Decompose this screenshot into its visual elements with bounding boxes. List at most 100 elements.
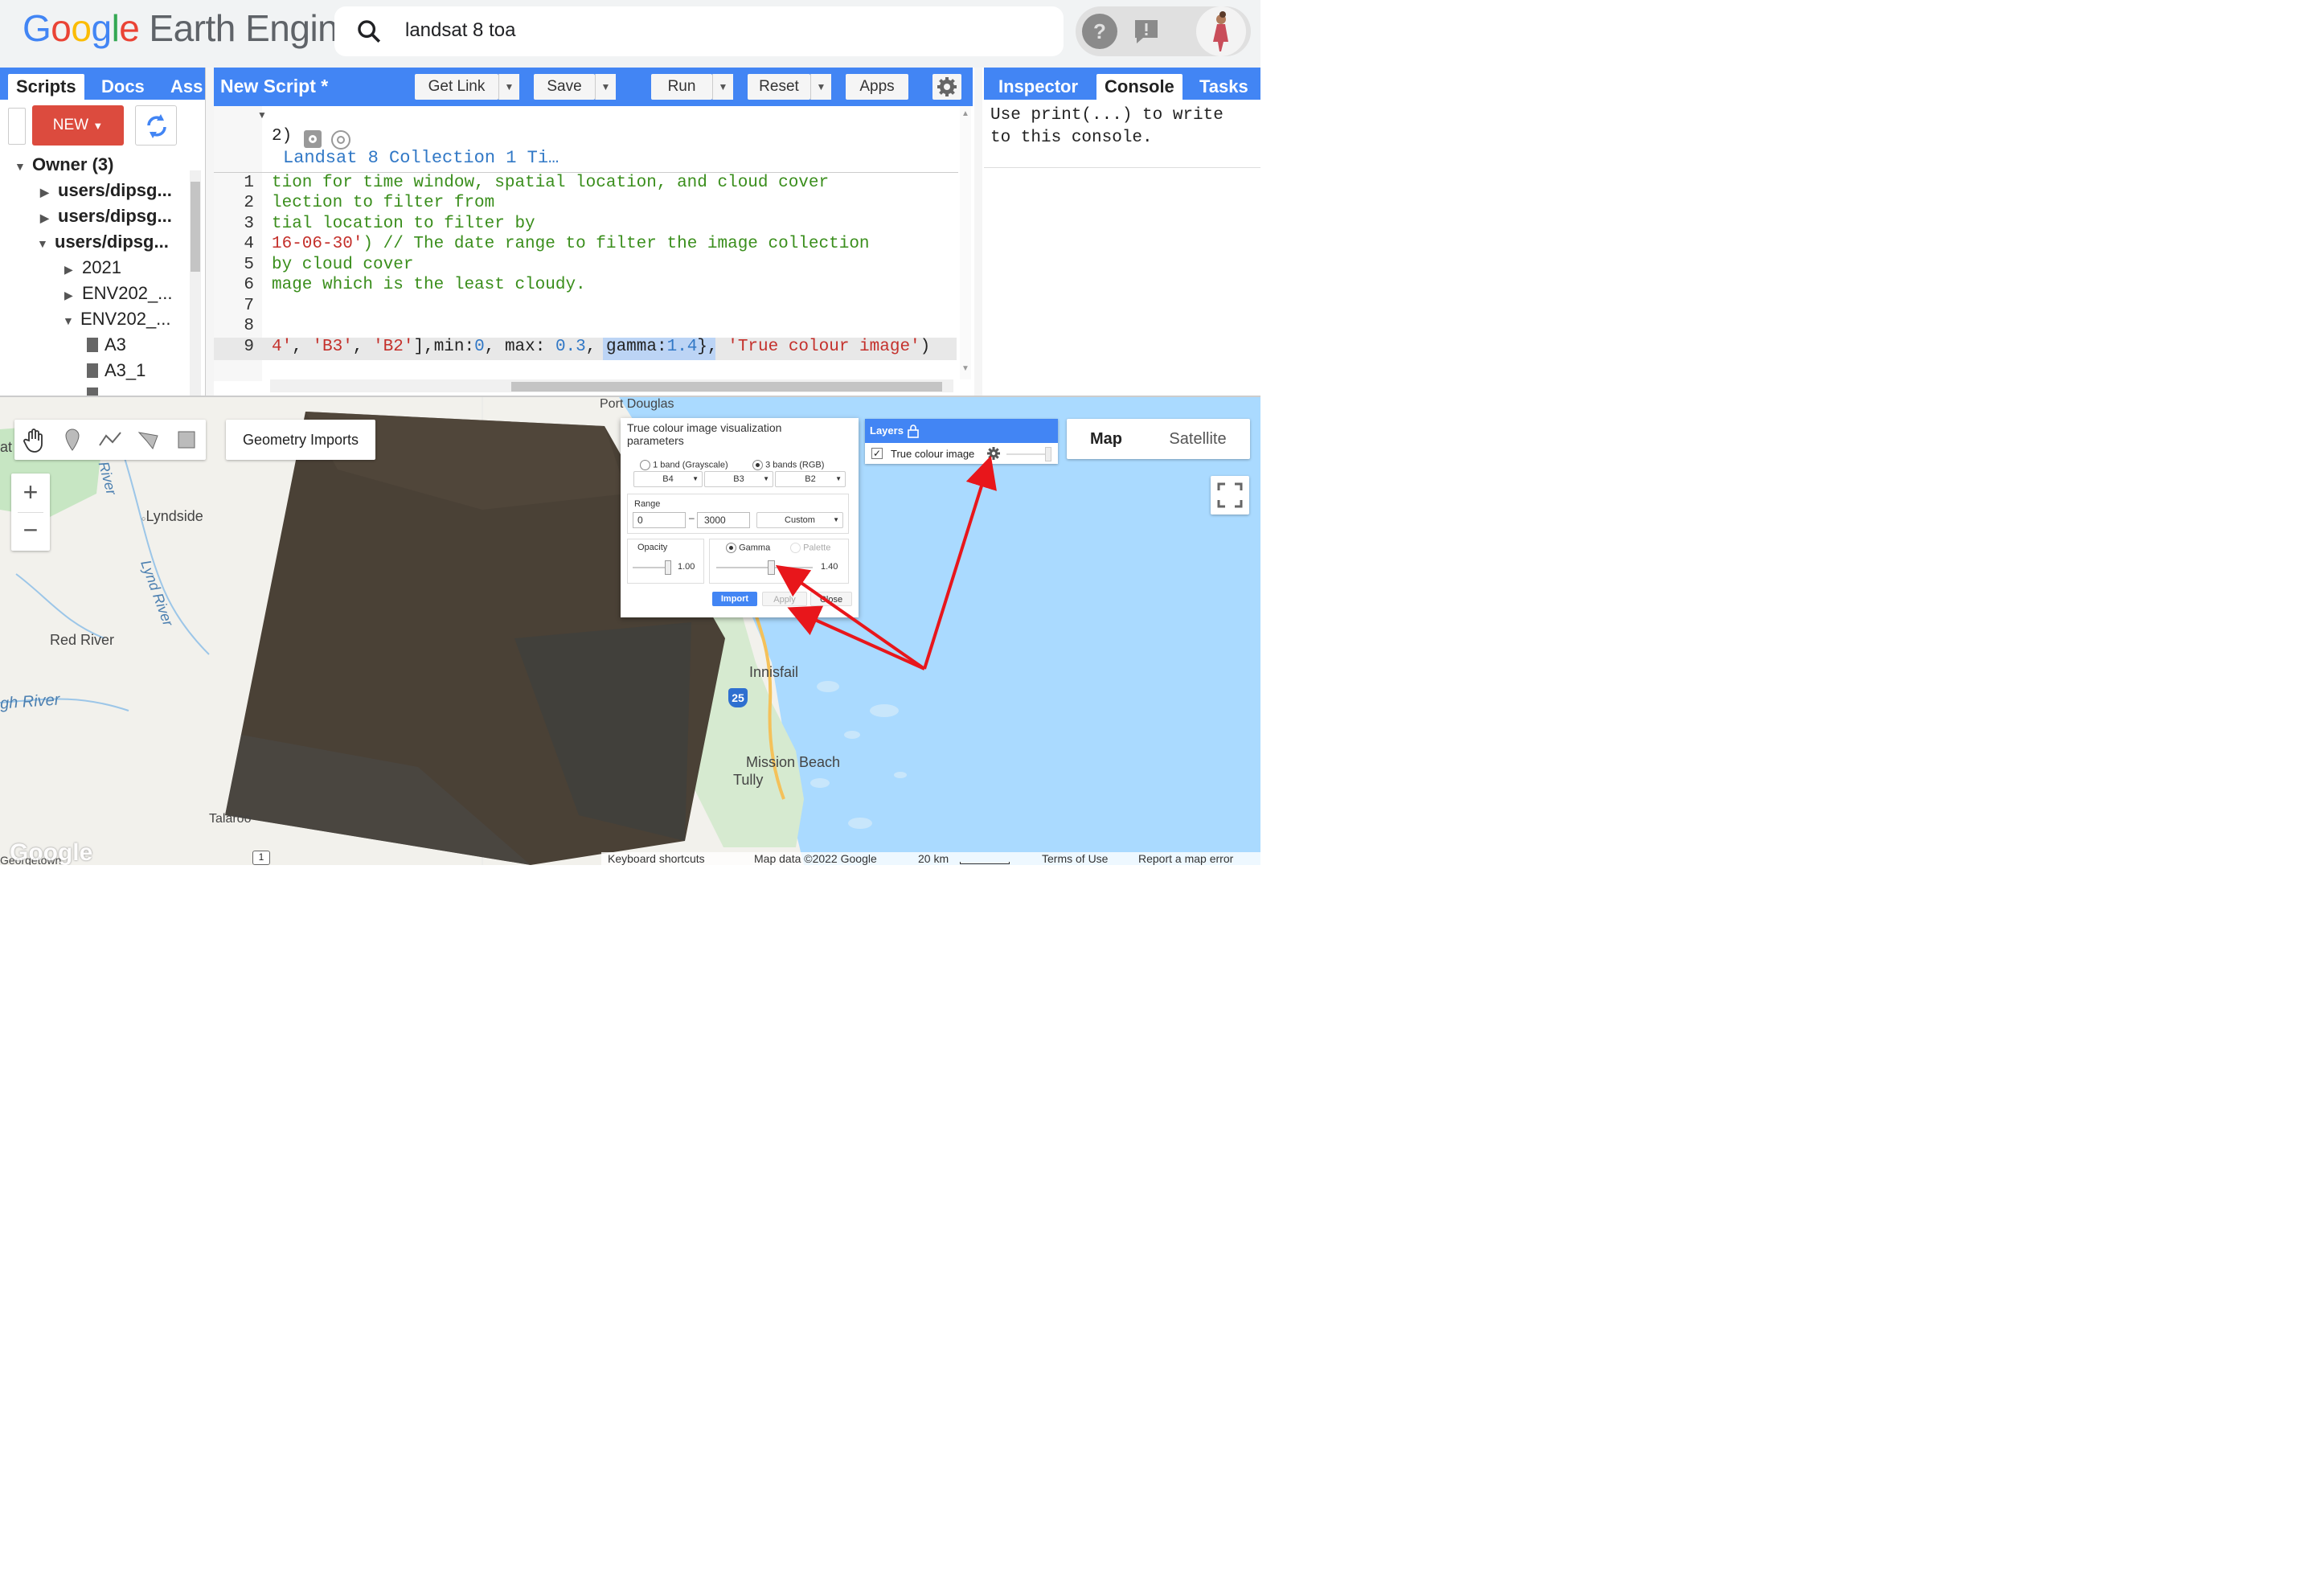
tree-node-repo-2[interactable]: ▶ users/dipsg... xyxy=(40,206,172,227)
app-header: Google Earth Engine landsat 8 toa ? xyxy=(0,0,1260,68)
get-link-button[interactable]: Get Link xyxy=(415,74,498,100)
code-punct: , xyxy=(292,338,313,356)
line-number: 5 xyxy=(244,256,254,274)
file-icon xyxy=(87,363,98,378)
line-number: 1 xyxy=(244,174,254,192)
earth-engine-logo[interactable]: Google Earth Engine xyxy=(23,6,359,50)
code-number: 0.3 xyxy=(555,338,586,356)
run-dropdown[interactable]: ▼ xyxy=(712,74,733,100)
tree-label: 2021 xyxy=(82,257,121,277)
tree-label: users/dipsg... xyxy=(58,206,172,226)
code-punct: ],min: xyxy=(413,338,475,356)
keyboard-shortcuts-link[interactable]: Keyboard shortcuts xyxy=(608,852,705,865)
line-number: 2 xyxy=(244,194,254,212)
tab-inspector[interactable]: Inspector xyxy=(990,74,1086,100)
script-title[interactable]: New Script * xyxy=(220,76,328,97)
tab-tasks[interactable]: Tasks xyxy=(1191,74,1256,100)
tree-node-2021[interactable]: ▶ 2021 xyxy=(64,257,121,278)
save-dropdown[interactable]: ▼ xyxy=(595,74,616,100)
tree-file-a3[interactable]: A3 xyxy=(87,334,126,355)
scale-label[interactable]: 20 km xyxy=(918,852,949,865)
new-button-label: NEW xyxy=(52,117,89,133)
tree-node-repo-3[interactable]: ▼ users/dipsg... xyxy=(37,232,169,252)
tab-console[interactable]: Console xyxy=(1096,74,1182,100)
tree-node-env-1[interactable]: ▶ ENV202_... xyxy=(64,283,173,304)
tab-docs[interactable]: Docs xyxy=(93,74,153,100)
tree-file-a3-1[interactable]: A3_1 xyxy=(87,360,146,381)
code-comment: ) // The date range to filter the image … xyxy=(363,235,870,253)
search-icon[interactable] xyxy=(355,18,383,45)
editor-toolbar: New Script * Get Link ▼ Save ▼ Run ▼ Res… xyxy=(214,68,973,106)
map-canvas[interactable]: Port Douglas at River ○Lyndside Lynd Riv… xyxy=(0,397,1260,865)
tree-node-env-2[interactable]: ▼ ENV202_... xyxy=(63,309,171,330)
line-number: 7 xyxy=(244,297,254,315)
line-number: 4 xyxy=(244,235,254,253)
tab-assets[interactable]: Ass xyxy=(162,74,211,100)
tree-label: users/dipsg... xyxy=(55,232,169,252)
editor-settings-button[interactable] xyxy=(932,74,961,100)
code-line-2: lection to filter from xyxy=(272,194,495,212)
right-tabbar: Inspector Console Tasks xyxy=(984,68,1260,100)
search-bar[interactable]: landsat 8 toa xyxy=(334,6,1064,56)
annotation-arrows xyxy=(775,455,997,670)
script-filter-input[interactable] xyxy=(8,108,26,145)
logo-product-name: Earth Engine xyxy=(149,7,359,49)
console-output: Use print(...) to write to this console. xyxy=(990,106,1223,147)
code-line-3: tial location to filter by xyxy=(272,215,535,233)
report-map-error-link[interactable]: Report a map error xyxy=(1138,852,1233,865)
tree-node-owner[interactable]: ▼ Owner (3) xyxy=(14,154,113,175)
code-number: 1.4 xyxy=(666,338,698,356)
header-actions: ? xyxy=(1076,6,1251,56)
code-string: 16-06-30' xyxy=(272,235,363,253)
help-icon[interactable]: ? xyxy=(1082,14,1117,49)
search-input[interactable]: landsat 8 toa xyxy=(405,19,515,42)
user-avatar[interactable] xyxy=(1196,6,1246,56)
editor-hscrollbar-thumb[interactable] xyxy=(511,382,942,392)
reset-dropdown[interactable]: ▼ xyxy=(810,74,831,100)
scale-bar[interactable] xyxy=(960,862,1010,864)
panel-resize-handle[interactable] xyxy=(206,68,214,396)
tree-label: users/dipsg... xyxy=(58,180,172,200)
collapsed-caret-icon: ▶ xyxy=(64,289,73,301)
collapsed-caret-icon: ▶ xyxy=(64,263,73,276)
tree-label: ENV202_... xyxy=(82,283,173,303)
refresh-button[interactable] xyxy=(135,105,177,146)
google-logo: Google xyxy=(10,839,93,865)
code-line-9: 4', 'B3', 'B2'],min:0, max: 0.3, gamma:1… xyxy=(272,338,930,356)
terms-of-use-link[interactable]: Terms of Use xyxy=(1042,852,1108,865)
code-string: 4' xyxy=(272,338,293,356)
reset-button[interactable]: Reset xyxy=(748,74,810,100)
scripts-panel: Scripts Docs Ass NEW ▼ ▼ Owner (3) ▶ users… xyxy=(0,68,206,396)
code-editor-panel: New Script * Get Link ▼ Save ▼ Run ▼ Res… xyxy=(214,68,973,396)
run-button[interactable]: Run xyxy=(651,74,712,100)
left-tabbar: Scripts Docs Ass xyxy=(0,68,205,100)
save-button[interactable]: Save xyxy=(534,74,595,100)
code-line-1: tion for time window, spatial location, … xyxy=(272,174,830,192)
map-attribution: Keyboard shortcuts Map data ©2022 Google… xyxy=(601,852,1260,865)
line-number: 8 xyxy=(244,317,254,335)
apps-button[interactable]: Apps xyxy=(846,74,908,100)
tab-scripts[interactable]: Scripts xyxy=(8,74,84,100)
panel-resize-handle[interactable] xyxy=(974,68,982,396)
editor-vscrollbar[interactable]: ▲ ▼ xyxy=(960,106,971,379)
expanded-caret-icon: ▼ xyxy=(37,237,48,250)
scripts-scrollbar-thumb[interactable] xyxy=(191,182,200,272)
code-string: 'B3' xyxy=(312,338,353,356)
map-data-text: Map data ©2022 Google xyxy=(754,852,877,865)
code-area[interactable]: 1 2 3 4 5 6 7 8 9 tion for time window, … xyxy=(214,106,961,381)
code-punct: }, xyxy=(697,338,728,356)
feedback-icon[interactable] xyxy=(1129,14,1164,49)
gear-icon xyxy=(937,77,957,96)
new-button[interactable]: NEW ▼ xyxy=(32,105,124,146)
refresh-icon xyxy=(147,114,166,138)
tree-label: ENV202_... xyxy=(80,309,171,329)
tree-node-repo-1[interactable]: ▶ users/dipsg... xyxy=(40,180,172,201)
file-icon xyxy=(87,338,98,352)
get-link-dropdown[interactable]: ▼ xyxy=(498,74,519,100)
tree-file-clipped xyxy=(87,386,105,396)
line-number: 3 xyxy=(244,215,254,233)
code-punct: , gamma: xyxy=(585,338,667,356)
line-number: 6 xyxy=(244,276,254,294)
code-line-6: mage which is the least cloudy. xyxy=(272,276,586,294)
svg-text:?: ? xyxy=(1093,19,1106,43)
